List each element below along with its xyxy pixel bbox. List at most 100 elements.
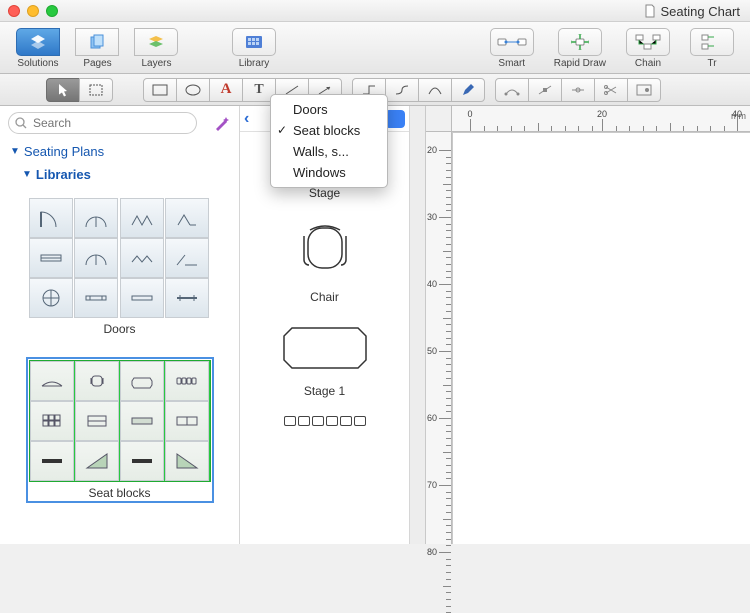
pages-label: Pages xyxy=(83,58,111,69)
door-rev-icon xyxy=(38,287,64,309)
pen-tool[interactable] xyxy=(451,78,485,102)
solutions-button[interactable]: Solutions xyxy=(8,26,68,70)
ruler-corner xyxy=(426,106,452,132)
smart-button[interactable]: Smart xyxy=(482,26,542,70)
smart-icon xyxy=(497,34,527,50)
seat-chair-icon xyxy=(84,370,110,392)
seat-ramp2-icon xyxy=(174,450,200,472)
tree-label: Tr xyxy=(707,58,716,69)
search-input[interactable] xyxy=(8,112,197,134)
stage1-label: Stage 1 xyxy=(304,384,345,398)
node-tool[interactable] xyxy=(561,78,595,102)
tree-button[interactable]: Tr xyxy=(682,26,742,70)
seat-ramp1-icon xyxy=(84,450,110,472)
door-bar1-icon xyxy=(83,287,109,309)
container-tool[interactable] xyxy=(627,78,661,102)
view-mode-toggle[interactable] xyxy=(385,110,405,128)
node-icon xyxy=(570,84,586,96)
stage-label: Stage xyxy=(309,186,340,200)
door-arch-icon xyxy=(83,247,109,269)
library-label: Library xyxy=(239,58,270,69)
smart-label: Smart xyxy=(498,58,525,69)
door-double-icon xyxy=(83,207,109,229)
scissors-icon xyxy=(603,84,619,96)
pages-icon xyxy=(88,34,106,50)
anchor-tool[interactable] xyxy=(528,78,562,102)
scissors-tool[interactable] xyxy=(594,78,628,102)
container-icon xyxy=(636,84,652,96)
curve-conn-tool[interactable] xyxy=(385,78,419,102)
window-minimize[interactable] xyxy=(27,5,39,17)
main-toolbar: Solutions Pages Layers Library Smart Rap… xyxy=(0,22,750,74)
library-doors[interactable]: Doors xyxy=(29,198,211,336)
text-a-tool[interactable]: A xyxy=(209,78,243,102)
window-zoom[interactable] xyxy=(46,5,58,17)
document-icon xyxy=(643,4,657,18)
library-title-seat-blocks: Seat blocks xyxy=(29,486,211,500)
window-close[interactable] xyxy=(8,5,20,17)
rapid-draw-label: Rapid Draw xyxy=(554,58,606,69)
dropdown-item-seat-blocks[interactable]: Seat blocks xyxy=(271,120,387,141)
ellipse-tool[interactable] xyxy=(176,78,210,102)
arc-conn-tool[interactable] xyxy=(418,78,452,102)
rapid-draw-icon xyxy=(567,33,593,51)
library-title-doors: Doors xyxy=(29,322,211,336)
seat-screen-icon xyxy=(84,410,110,432)
sidebar-heading[interactable]: ▼Seating Plans xyxy=(0,140,239,163)
library-button[interactable]: Library xyxy=(224,26,284,70)
door-bar3-icon xyxy=(174,287,200,309)
dropdown-item-windows[interactable]: Windows xyxy=(271,162,387,183)
door-half-icon xyxy=(174,247,200,269)
dropdown-item-walls[interactable]: Walls, s... xyxy=(271,141,387,162)
bezier-icon xyxy=(504,84,520,96)
seat-stage-icon xyxy=(39,370,65,392)
ellipse-icon xyxy=(185,84,201,96)
sidebar-libraries[interactable]: ▼Libraries xyxy=(0,163,239,186)
search-icon xyxy=(14,116,28,130)
seat-wall-icon xyxy=(129,410,155,432)
seat-grid-icon xyxy=(39,410,65,432)
ruler-vertical: 20304050607080 xyxy=(426,132,452,544)
chain-button[interactable]: Chain xyxy=(618,26,678,70)
arc-icon xyxy=(427,84,443,96)
document-title: Seating Chart xyxy=(661,4,741,19)
marquee-tool[interactable] xyxy=(79,78,113,102)
canvas[interactable]: mm 02040 20304050607080 xyxy=(410,106,750,544)
pointer-tool[interactable] xyxy=(46,78,80,102)
pages-button[interactable]: Pages xyxy=(68,26,127,70)
pointer-icon xyxy=(57,83,69,97)
layers-button[interactable]: Layers xyxy=(127,26,186,70)
curve-icon xyxy=(394,84,410,96)
chair-shape[interactable] xyxy=(290,218,360,280)
back-chevron-icon[interactable]: ‹ xyxy=(244,110,249,128)
seat-bar-icon xyxy=(39,450,65,472)
rapid-draw-button[interactable]: Rapid Draw xyxy=(546,26,614,70)
wand-icon[interactable] xyxy=(213,114,231,132)
chain-icon xyxy=(635,34,661,50)
pen-icon xyxy=(461,83,475,97)
ruler-horizontal: mm 02040 xyxy=(452,106,750,132)
solutions-icon xyxy=(28,33,48,51)
stage1-shape[interactable] xyxy=(282,322,368,374)
dropdown-item-doors[interactable]: Doors xyxy=(271,99,387,120)
chair-row-shape[interactable] xyxy=(284,416,366,426)
chain-label: Chain xyxy=(635,58,661,69)
seat-slab-icon xyxy=(129,450,155,472)
door-bifold-icon xyxy=(129,207,155,229)
library-seat-blocks[interactable]: Seat blocks xyxy=(29,360,211,500)
rect-tool[interactable] xyxy=(143,78,177,102)
rect-icon xyxy=(152,84,168,96)
chair-label: Chair xyxy=(310,290,339,304)
layers-icon xyxy=(146,34,166,50)
text-t-icon: T xyxy=(254,82,263,98)
door-zz-icon xyxy=(129,247,155,269)
seat-row-icon xyxy=(174,370,200,392)
text-a-icon: A xyxy=(221,81,232,98)
door-bar2-icon xyxy=(129,287,155,309)
library-panel: ▼Seating Plans ▼Libraries Doors xyxy=(0,106,240,544)
library-dropdown: Doors Seat blocks Walls, s... Windows xyxy=(270,94,388,188)
disclosure-triangle-icon: ▼ xyxy=(22,169,32,180)
bezier-tool[interactable] xyxy=(495,78,529,102)
door-fold-icon xyxy=(174,207,200,229)
document-tab[interactable]: Seating Chart xyxy=(633,0,750,22)
